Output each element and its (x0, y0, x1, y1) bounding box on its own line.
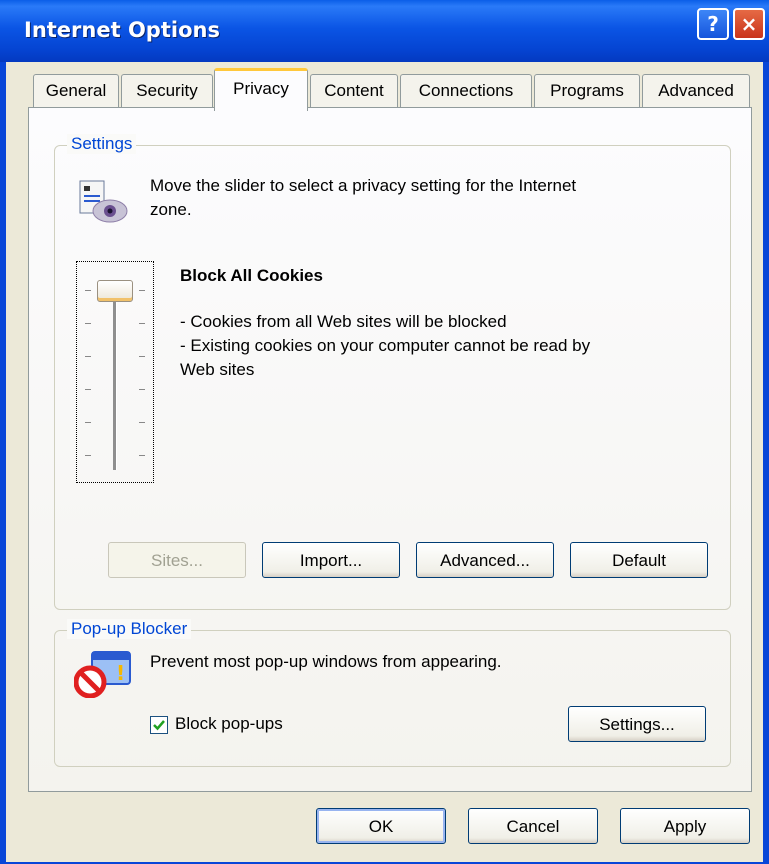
svg-text:!: ! (116, 661, 125, 685)
settings-description-line2: zone. (150, 200, 192, 219)
slider-thumb[interactable] (97, 280, 133, 302)
import-button[interactable]: Import... (262, 542, 400, 578)
slider-tick (139, 389, 145, 390)
tab-privacy[interactable]: Privacy (214, 68, 308, 111)
privacy-icon (79, 180, 128, 223)
privacy-level-detail-2b: Web sites (180, 360, 255, 379)
privacy-level-slider[interactable] (76, 261, 154, 483)
tab-general[interactable]: General (33, 74, 119, 107)
settings-description-line1: Move the slider to select a privacy sett… (150, 176, 577, 195)
block-popups-checkbox[interactable] (150, 716, 168, 734)
settings-group-title: Settings (67, 134, 137, 154)
privacy-level-title: Block All Cookies (180, 266, 323, 285)
slider-tick (139, 356, 145, 357)
checkmark-icon (153, 720, 165, 731)
popup-blocker-group-title: Pop-up Blocker (67, 619, 192, 639)
close-button[interactable]: × (733, 8, 765, 40)
apply-button[interactable]: Apply (620, 808, 750, 844)
slider-tick (85, 356, 91, 357)
slider-tick (139, 455, 145, 456)
popup-blocker-group: Pop-up Blocker (54, 619, 731, 767)
advanced-settings-button[interactable]: Advanced... (416, 542, 554, 578)
slider-tick (139, 290, 145, 291)
ok-button[interactable]: OK (316, 808, 446, 844)
slider-tick (85, 455, 91, 456)
slider-tick (85, 290, 91, 291)
slider-tick (85, 323, 91, 324)
default-button[interactable]: Default (570, 542, 708, 578)
title-bar[interactable]: Internet Options ? × (0, 0, 769, 62)
privacy-level-detail-2a: - Existing cookies on your computer cann… (180, 336, 591, 355)
internet-options-window: Internet Options ? × General Security Pr… (0, 0, 769, 864)
popup-settings-button[interactable]: Settings... (568, 706, 706, 742)
tab-content[interactable]: Content (310, 74, 398, 107)
cancel-button[interactable]: Cancel (468, 808, 598, 844)
slider-tick (139, 323, 145, 324)
tab-connections[interactable]: Connections (400, 74, 532, 107)
slider-tick (85, 422, 91, 423)
slider-tick (85, 389, 91, 390)
slider-track (113, 280, 117, 470)
slider-tick (139, 422, 145, 423)
block-popups-label[interactable]: Block pop-ups (175, 714, 283, 734)
window-title: Internet Options (24, 18, 220, 42)
tab-advanced[interactable]: Advanced (642, 74, 750, 107)
popup-blocker-icon: ! (74, 651, 131, 698)
tab-programs[interactable]: Programs (534, 74, 640, 107)
tab-security[interactable]: Security (121, 74, 213, 107)
help-button[interactable]: ? (697, 8, 729, 40)
popup-description: Prevent most pop-up windows from appeari… (150, 652, 502, 671)
sites-button[interactable]: Sites... (108, 542, 246, 578)
privacy-level-detail-1: - Cookies from all Web sites will be blo… (180, 312, 507, 331)
